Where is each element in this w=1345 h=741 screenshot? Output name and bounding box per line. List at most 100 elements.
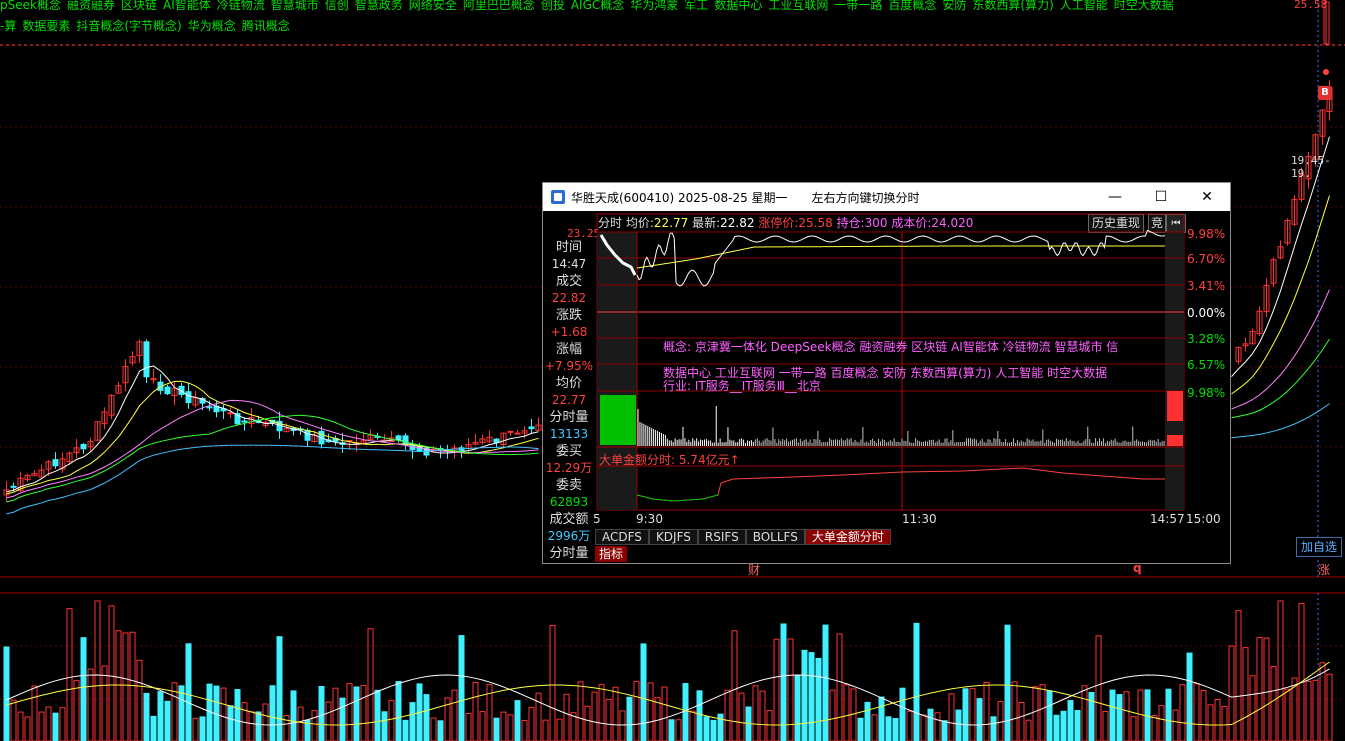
- volume-bar: [157, 691, 164, 741]
- volume-bar: [1081, 685, 1088, 741]
- tab-大单金额分时[interactable]: 大单金额分时: [804, 529, 891, 545]
- volume-bar: [990, 716, 997, 741]
- candle: [241, 420, 248, 423]
- price-range-label: 19.45-19.: [1291, 154, 1331, 180]
- post-market-zone: [1165, 232, 1184, 510]
- pct-axis-label: 9.98%: [1187, 386, 1226, 400]
- volume-bar: [262, 703, 269, 741]
- volume-bar: [682, 683, 689, 741]
- volume-bar: [857, 717, 864, 741]
- volume-bar: [17, 711, 24, 741]
- concepts-line1: 概念: 京津冀一体化 DeepSeek概念 融资融券 区块链 AI智能体 冷链物…: [663, 340, 1119, 354]
- volume-bar: [500, 711, 507, 741]
- volume-bar: [850, 688, 857, 741]
- intraday-popup-window[interactable]: 华胜天成(600410) 2025-08-25 星期一 左右方向键切换分时 — …: [542, 182, 1231, 564]
- signal-dot: [1323, 69, 1329, 75]
- volume-bar: [1326, 673, 1333, 741]
- volume-bar: [458, 635, 465, 741]
- volume-bar: [1305, 680, 1312, 741]
- volume-bar: [864, 701, 871, 741]
- volume-bar: [668, 719, 675, 741]
- pct-axis-label: 0.00%: [1187, 306, 1226, 320]
- volume-bar: [311, 710, 318, 741]
- volume-bar: [514, 700, 521, 741]
- volume-bar: [1018, 702, 1025, 741]
- volume-bar: [318, 685, 325, 741]
- volume-bar: [899, 687, 906, 741]
- volume-bar: [983, 682, 990, 741]
- volume-bar: [1116, 694, 1123, 741]
- volume-bar: [87, 668, 94, 741]
- volume-bar: [808, 652, 815, 741]
- volume-bar: [122, 632, 129, 741]
- volume-bar: [584, 705, 591, 741]
- indicator-tab[interactable]: 指标: [595, 546, 628, 562]
- volume-bar: [1207, 704, 1214, 741]
- volume-bar: [199, 716, 206, 741]
- volume-bar: [178, 685, 185, 741]
- volume-bar: [1060, 710, 1067, 741]
- candle: [10, 485, 17, 488]
- volume-bar: [913, 622, 920, 741]
- volume-bar: [1039, 684, 1046, 741]
- volume-bar: [1032, 686, 1039, 741]
- volume-bar: [829, 689, 836, 741]
- volume-bar: [535, 692, 542, 741]
- price-top-label: 25.58: [1294, 0, 1328, 11]
- tab-acdfs[interactable]: ACDFS: [595, 529, 649, 545]
- volume-bar: [1130, 716, 1137, 741]
- candle: [514, 432, 521, 435]
- volume-ma10-line: [6, 661, 1330, 726]
- volume-bar: [920, 714, 927, 741]
- volume-bar: [402, 719, 409, 741]
- ma5-line: [6, 365, 539, 493]
- volume-bar: [115, 630, 122, 741]
- volume-bar: [164, 700, 171, 741]
- volume-bar: [1249, 675, 1256, 741]
- volume-bar: [773, 638, 780, 741]
- volume-bar: [234, 689, 241, 741]
- volume-bar: [136, 659, 143, 741]
- big-order-label: 大单金额分时: 5.74亿元↑: [599, 453, 740, 467]
- volume-bar: [619, 710, 626, 741]
- volume-bar: [430, 717, 437, 741]
- ma60-line: [1231, 403, 1330, 439]
- volume-bar: [1172, 709, 1179, 741]
- volume-bar: [101, 665, 108, 741]
- limit-up-marker[interactable]: 涨: [1318, 561, 1330, 578]
- volume-bar: [1284, 688, 1291, 741]
- tab-rsifs[interactable]: RSIFS: [697, 529, 746, 545]
- volume-bar: [290, 690, 297, 741]
- volume-bar: [1109, 689, 1116, 741]
- volume-bar: [150, 715, 157, 741]
- volume-bar: [80, 637, 87, 741]
- volume-bar: [325, 701, 332, 741]
- volume-bar: [549, 625, 556, 741]
- time-1500: 15:00: [1186, 512, 1221, 526]
- volume-bar: [220, 687, 227, 741]
- volume-bar: [892, 717, 899, 741]
- avg-price-line: [636, 245, 1165, 269]
- candle: [304, 429, 311, 441]
- tab-bollfs[interactable]: BOLLFS: [745, 529, 805, 545]
- volume-bar: [633, 680, 640, 741]
- big-order-line: [636, 467, 1165, 502]
- buy-signal-badge[interactable]: B: [1318, 86, 1332, 100]
- time-0930: 9:30: [636, 512, 663, 526]
- volume-bar: [332, 687, 339, 741]
- tab-kdjfs[interactable]: KDJFS: [648, 529, 698, 545]
- volume-bar: [710, 719, 717, 741]
- volume-bar: [451, 689, 458, 741]
- pct-axis-label: 3.28%: [1187, 332, 1226, 346]
- volume-bar: [955, 709, 962, 741]
- volume-bar: [1298, 602, 1305, 741]
- volume-bar: [38, 711, 45, 741]
- volume-bar: [1165, 688, 1172, 741]
- volume-bar: [185, 643, 192, 741]
- volume-bar: [1011, 681, 1018, 741]
- add-favorite-button[interactable]: 加自选: [1296, 537, 1342, 557]
- volume-bar: [1158, 705, 1165, 741]
- volume-bar: [577, 681, 584, 741]
- volume-bar: [1277, 600, 1284, 741]
- volume-bar: [59, 707, 66, 741]
